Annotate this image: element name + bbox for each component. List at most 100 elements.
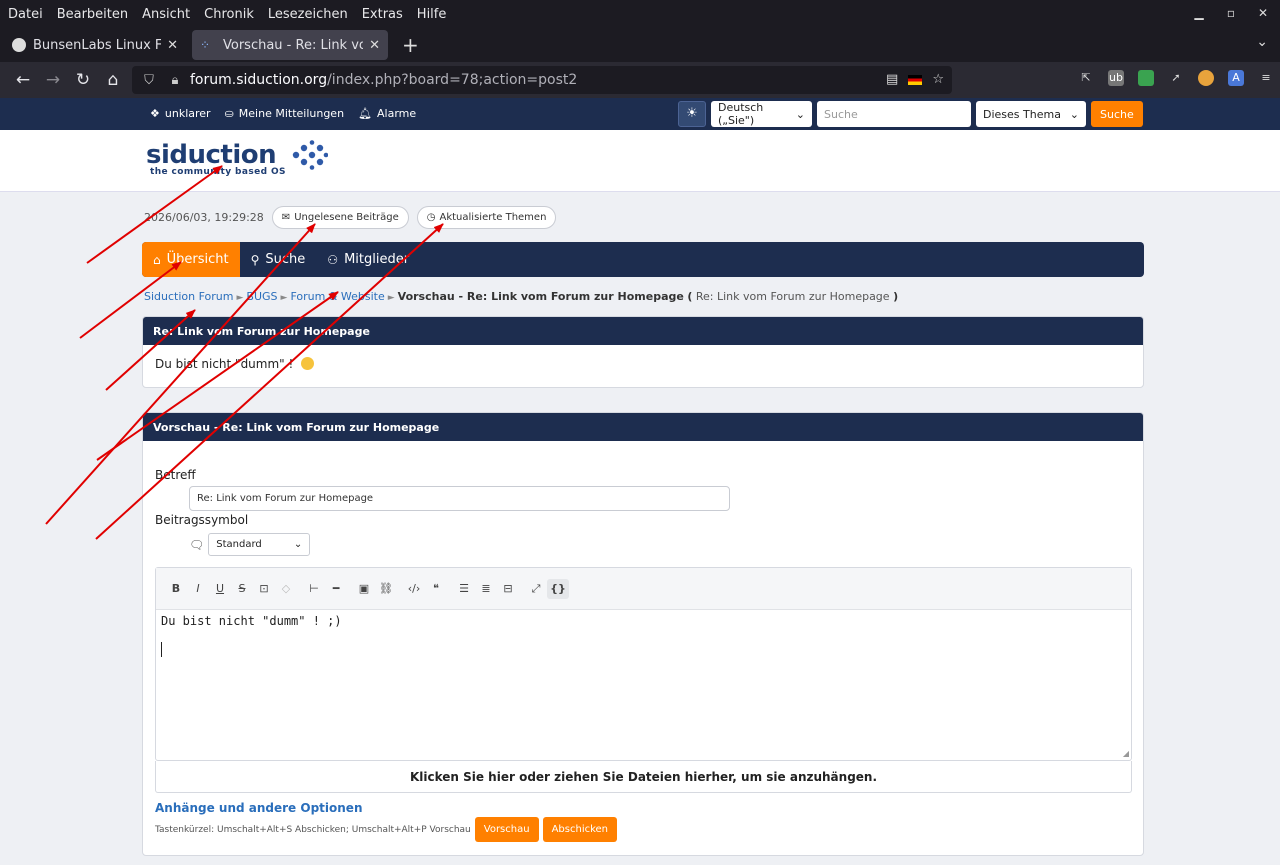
strikethrough-icon[interactable]: S	[231, 582, 253, 595]
chevron-down-icon: ⌄	[795, 107, 805, 121]
source-toggle-icon[interactable]: ⊡	[253, 582, 275, 595]
tab-siduction-preview[interactable]: ⁘ Vorschau - Re: Link vom F ✕	[192, 30, 388, 60]
forum-user-bar: ❖ unklarer ⛀ Meine Mitteilungen 🔔︎ Alarme ☀…	[0, 98, 1280, 130]
bunsenlabs-favicon-icon	[12, 38, 26, 52]
siduction-favicon-icon: ⁘	[200, 38, 211, 52]
braces-icon[interactable]: {}	[547, 578, 569, 599]
chevron-down-icon[interactable]: ⌄	[1256, 34, 1268, 50]
bullet-list-icon[interactable]: ☰	[453, 582, 475, 595]
close-tab-icon[interactable]: ✕	[369, 38, 380, 53]
attachment-dropzone[interactable]: Klicken Sie hier oder ziehen Sie Dateien…	[155, 761, 1132, 793]
siduction-logo[interactable]: siduction the community based OS	[146, 140, 328, 177]
horizontal-rule-icon[interactable]: ━	[325, 582, 347, 595]
user-menu[interactable]: ❖ unklarer	[150, 107, 211, 120]
clock-icon: ◷	[426, 212, 436, 223]
reader-view-icon[interactable]: ▤	[886, 72, 898, 87]
extensions-area: ⇱ ub ➚ A ≡	[1078, 70, 1274, 86]
submit-button[interactable]: Abschicken	[542, 817, 618, 842]
numbered-list-icon[interactable]: ≣	[475, 582, 497, 595]
preview-button[interactable]: Vorschau	[474, 817, 539, 842]
menu-icon[interactable]: ≡	[1258, 70, 1274, 86]
theme-toggle-button[interactable]: ☀	[678, 101, 706, 127]
menu-extras[interactable]: Extras	[354, 7, 409, 22]
home-icon[interactable]: ⌂	[98, 70, 128, 90]
logo-dots-icon	[292, 140, 328, 170]
breadcrumb-forum[interactable]: Siduction Forum	[144, 290, 233, 303]
lock-icon[interactable]: 🔒︎	[166, 73, 184, 88]
german-flag-icon[interactable]	[908, 75, 923, 85]
menu-lesezeichen[interactable]: Lesezeichen	[260, 7, 354, 22]
profile-extension-icon[interactable]	[1198, 70, 1214, 86]
window-controls: ▁ ▫ ✕	[1192, 6, 1270, 20]
current-datetime: 2026/06/03, 19:29:28	[144, 211, 264, 224]
menu-bearbeiten[interactable]: Bearbeiten	[49, 7, 134, 22]
share-icon[interactable]: ⇱	[1078, 70, 1094, 86]
sun-icon: ☀	[686, 106, 698, 121]
search-button[interactable]: Suche	[1091, 101, 1143, 127]
search-scope-select[interactable]: Dieses Thema ⌄	[976, 101, 1086, 127]
quote-icon[interactable]: ❝	[425, 582, 447, 595]
image-icon[interactable]: ▣	[353, 582, 375, 595]
arrow-extension-icon[interactable]: ➚	[1168, 70, 1184, 86]
url-bar[interactable]: ⛉ 🔒︎ forum.siduction.org/index.php?board…	[132, 66, 952, 94]
logo-name: siduction	[146, 140, 277, 170]
bold-icon[interactable]: B	[165, 582, 187, 595]
green-extension-icon[interactable]	[1138, 70, 1154, 86]
breadcrumb-bugs[interactable]: BUGS	[246, 290, 277, 303]
resize-handle-icon[interactable]: ◢	[1123, 749, 1129, 758]
chevron-down-icon: ⌄	[1069, 107, 1079, 121]
subject-input[interactable]: Re: Link vom Forum zur Homepage	[189, 486, 730, 511]
menu-datei[interactable]: Datei	[0, 7, 49, 22]
home-icon: ⌂	[153, 252, 161, 267]
post-icon-select[interactable]: Standard ⌄	[208, 533, 311, 556]
bell-icon: 🔔︎	[358, 107, 373, 120]
breadcrumb-board[interactable]: Forum & Website	[290, 290, 384, 303]
fullscreen-icon[interactable]: ⤢	[525, 582, 547, 596]
tab-bunsenlabs[interactable]: BunsenLabs Linux Forums ✕	[4, 30, 186, 60]
nav-search[interactable]: ⚲ Suche	[240, 242, 317, 277]
eraser-icon[interactable]: ◇	[275, 582, 297, 595]
shield-icon[interactable]: ⛉	[140, 73, 158, 88]
breadcrumb-current: Vorschau - Re: Link vom Forum zur Homepa…	[397, 290, 684, 303]
ublock-icon[interactable]: ub	[1108, 70, 1124, 86]
italic-icon[interactable]: I	[187, 582, 209, 595]
new-tab-icon[interactable]: +	[402, 33, 419, 57]
inbox-icon: ⛀	[224, 107, 234, 120]
logo-tagline: the community based OS	[150, 167, 286, 177]
maximize-icon[interactable]: ▫	[1224, 6, 1238, 20]
alerts-link[interactable]: 🔔︎ Alarme	[358, 107, 416, 120]
subject-label: Betreff	[155, 468, 196, 482]
message-textarea[interactable]: Du bist nicht "dumm" ! ;)	[156, 610, 1131, 661]
menu-hilfe[interactable]: Hilfe	[409, 7, 453, 22]
nav-members[interactable]: ⚇ Mitglieder	[316, 242, 420, 277]
preview-card: Re: Link vom Forum zur Homepage Du bist …	[142, 316, 1144, 388]
post-form-card: Vorschau - Re: Link vom Forum zur Homepa…	[142, 412, 1144, 856]
menu-chronik[interactable]: Chronik	[196, 7, 260, 22]
unread-posts-button[interactable]: ✉ Ungelesene Beiträge	[271, 206, 409, 229]
close-tab-icon[interactable]: ✕	[167, 38, 178, 53]
editor-toolbar: B I U S ⊡ ◇ ⊢ ━ ▣ ⛓ ‹/› ❝ ☰ ≣ ⊟ ⤢ {}	[156, 568, 1131, 610]
text-cursor	[161, 642, 162, 657]
translate-icon[interactable]: A	[1228, 70, 1244, 86]
forward-icon[interactable]: →	[38, 70, 68, 90]
nav-home[interactable]: ⌂ Übersicht	[142, 242, 240, 277]
bookmark-star-icon[interactable]: ☆	[932, 72, 944, 87]
breadcrumb: Siduction Forum ► BUGS ► Forum & Website ► Vor…	[144, 290, 899, 303]
code-icon[interactable]: ‹/›	[403, 582, 425, 595]
message-editor: B I U S ⊡ ◇ ⊢ ━ ▣ ⛓ ‹/› ❝ ☰ ≣ ⊟ ⤢ {} Du …	[155, 567, 1132, 761]
language-select[interactable]: Deutsch („Sie") ⌄	[711, 101, 812, 127]
search-input[interactable]: Suche	[817, 101, 971, 127]
underline-icon[interactable]: U	[209, 582, 231, 595]
updated-topics-button[interactable]: ◷ Aktualisierte Themen	[416, 206, 557, 229]
more-options-link[interactable]: Anhänge und andere Optionen	[155, 801, 363, 815]
reload-icon[interactable]: ↻	[68, 70, 98, 90]
align-left-icon[interactable]: ⊢	[303, 582, 325, 595]
menu-ansicht[interactable]: Ansicht	[134, 7, 196, 22]
wink-smiley-icon	[301, 357, 315, 370]
spoiler-icon[interactable]: ⊟	[497, 582, 519, 595]
my-posts-link[interactable]: ⛀ Meine Mitteilungen	[225, 107, 345, 120]
close-window-icon[interactable]: ✕	[1256, 6, 1270, 20]
minimize-icon[interactable]: ▁	[1192, 6, 1206, 20]
back-icon[interactable]: ←	[8, 70, 38, 90]
link-icon[interactable]: ⛓	[375, 582, 397, 595]
